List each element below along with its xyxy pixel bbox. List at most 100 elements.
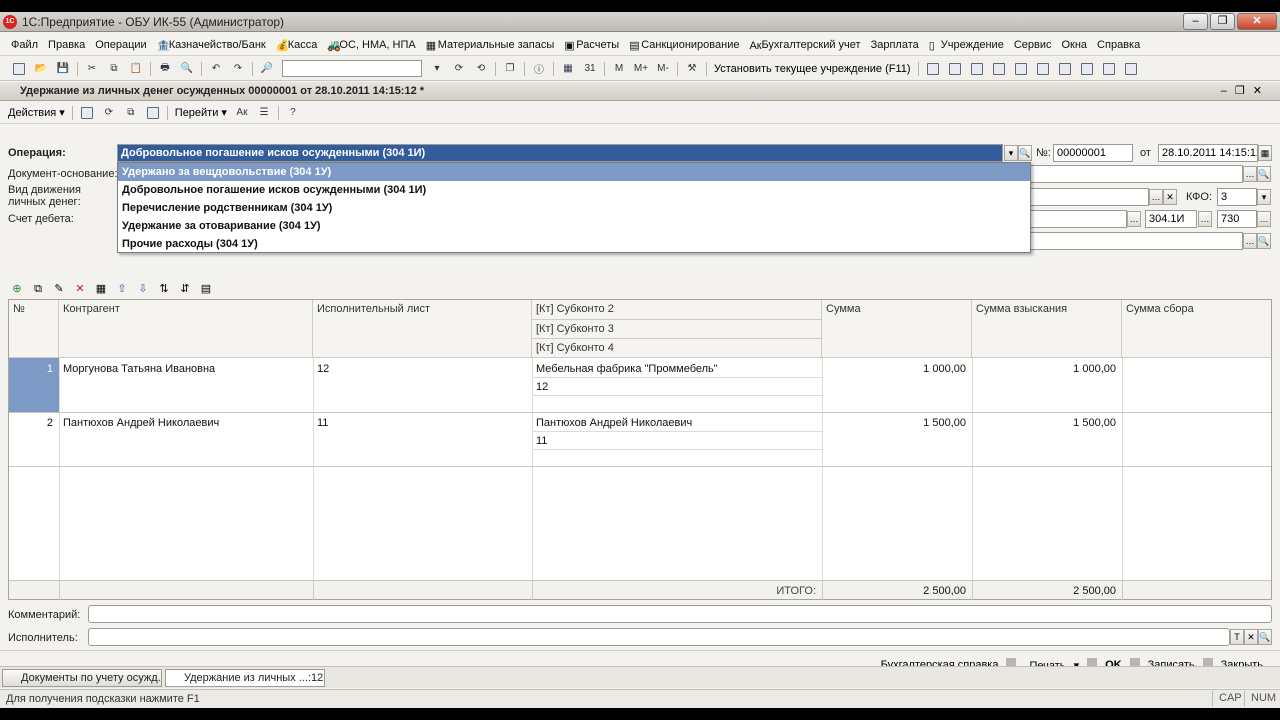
delete-row-icon[interactable]: ✕ bbox=[73, 282, 87, 296]
select-button[interactable]: … bbox=[1127, 211, 1141, 227]
column-header-sub4[interactable]: [Кт] Субконто 4 bbox=[532, 339, 822, 358]
add-row-icon[interactable]: ⊕ bbox=[10, 282, 24, 296]
calendar-icon[interactable]: 31 bbox=[582, 61, 598, 77]
cell-sub2[interactable]: Мебельная фабрика "Проммебель" bbox=[532, 360, 722, 378]
restore-button[interactable]: ❐ bbox=[1210, 13, 1235, 30]
calendar-icon[interactable]: ▦ bbox=[1258, 145, 1272, 161]
menu-windows[interactable]: Окна bbox=[1056, 39, 1092, 51]
actions-menu[interactable]: Действия ▾ bbox=[8, 106, 65, 119]
sort-asc-icon[interactable]: ⇅ bbox=[157, 282, 171, 296]
memory-m-icon[interactable]: M bbox=[611, 61, 627, 77]
move-up-icon[interactable]: ⇧ bbox=[115, 282, 129, 296]
set-institution-button[interactable]: Установить текущее учреждение (F11) bbox=[714, 63, 911, 75]
select-button[interactable]: … bbox=[1243, 233, 1257, 249]
document-window-controls[interactable]: –❐✕ bbox=[1221, 84, 1270, 97]
save-icon[interactable]: 💾 bbox=[55, 61, 71, 77]
clear-icon[interactable]: ✕ bbox=[1163, 189, 1177, 205]
preview-icon[interactable]: 🔍 bbox=[179, 61, 195, 77]
menu-fixed-assets[interactable]: 🚜ОС, НМА, НПА bbox=[322, 39, 420, 52]
close-button[interactable]: ✕ bbox=[1237, 13, 1277, 30]
tools-icon[interactable]: ⚒ bbox=[684, 61, 700, 77]
open-icon[interactable]: 📂 bbox=[33, 61, 49, 77]
chevron-down-icon[interactable]: ▾ bbox=[1257, 189, 1271, 205]
windows-icon[interactable]: ❐ bbox=[502, 61, 518, 77]
cell-sum[interactable]: 1 500,00 bbox=[822, 414, 970, 432]
comment-field[interactable] bbox=[88, 605, 1272, 623]
report-icon-3[interactable] bbox=[969, 61, 985, 77]
debit-code-field[interactable]: 730 bbox=[1217, 210, 1257, 228]
report-icon-10[interactable] bbox=[1123, 61, 1139, 77]
edit-row-icon[interactable]: ✎ bbox=[52, 282, 66, 296]
select-button[interactable]: … bbox=[1243, 166, 1257, 182]
column-header-sum-fee[interactable]: Сумма сбора bbox=[1122, 300, 1271, 358]
menu-settlements[interactable]: ▣ Расчеты bbox=[559, 39, 624, 52]
report-icon-9[interactable] bbox=[1101, 61, 1117, 77]
report-icon-2[interactable] bbox=[947, 61, 963, 77]
menu-help[interactable]: Справка bbox=[1092, 39, 1145, 51]
memory-minus-icon[interactable]: M- bbox=[655, 61, 671, 77]
goto-menu[interactable]: Перейти ▾ bbox=[175, 106, 227, 119]
column-header-counterparty[interactable]: Контрагент bbox=[59, 300, 313, 358]
search-icon[interactable]: 🔍 bbox=[1258, 629, 1272, 645]
text-icon[interactable]: T bbox=[1230, 629, 1244, 645]
dt-kt-icon[interactable]: Ак bbox=[234, 105, 250, 121]
search-input[interactable] bbox=[282, 60, 422, 77]
info-icon[interactable]: ⓘ bbox=[531, 61, 547, 77]
task-current-document[interactable]: Удержание из личных ...:12 * bbox=[165, 669, 325, 687]
cell-sub3[interactable]: 11 bbox=[532, 432, 551, 450]
column-header-num[interactable]: № bbox=[9, 300, 59, 358]
number-field[interactable]: 00000001 bbox=[1053, 144, 1133, 162]
find-next-icon[interactable]: ⟳ bbox=[451, 61, 467, 77]
column-header-sub3[interactable]: [Кт] Субконто 3 bbox=[532, 320, 822, 339]
help-icon[interactable]: ? bbox=[285, 105, 301, 121]
end-edit-icon[interactable]: ▦ bbox=[94, 282, 108, 296]
cell-writ[interactable]: 11 bbox=[313, 414, 332, 432]
dropdown-item[interactable]: Добровольное погашение исков осужденными… bbox=[118, 181, 1030, 199]
menu-cash[interactable]: 💰Касса bbox=[271, 39, 323, 52]
copy-doc-icon[interactable]: ⧉ bbox=[123, 105, 139, 121]
dropdown-item[interactable]: Прочие расходы (304 1У) bbox=[118, 235, 1030, 253]
list-icon[interactable]: ☰ bbox=[256, 105, 272, 121]
debit-account-field[interactable]: 304.1И bbox=[1145, 210, 1197, 228]
report-icon-1[interactable] bbox=[925, 61, 941, 77]
calculator-icon[interactable]: ▦ bbox=[560, 61, 576, 77]
cell-sub2[interactable]: Пантюхов Андрей Николаевич bbox=[532, 414, 696, 432]
column-header-sum[interactable]: Сумма bbox=[822, 300, 972, 358]
dropdown-item[interactable]: Перечисление родственникам (304 1У) bbox=[118, 199, 1030, 217]
cell-sum-collect[interactable]: 1 500,00 bbox=[972, 414, 1120, 432]
report-icon-8[interactable] bbox=[1079, 61, 1095, 77]
menu-salary[interactable]: Зарплата bbox=[866, 39, 924, 51]
cell-sum-collect[interactable]: 1 000,00 bbox=[972, 360, 1120, 378]
copy-row-icon[interactable]: ⧉ bbox=[31, 282, 45, 296]
refresh-icon[interactable]: ⟳ bbox=[101, 105, 117, 121]
kfo-field[interactable]: 3 bbox=[1217, 188, 1257, 206]
menu-institution[interactable]: ▯ Учреждение bbox=[924, 39, 1009, 52]
column-header-writ[interactable]: Исполнительный лист bbox=[313, 300, 532, 358]
cell-sum[interactable]: 1 000,00 bbox=[822, 360, 970, 378]
dropdown-item[interactable]: Удержание за отоваривание (304 1У) bbox=[118, 217, 1030, 235]
memory-plus-icon[interactable]: M+ bbox=[633, 61, 649, 77]
select-button[interactable]: … bbox=[1257, 211, 1271, 227]
minimize-button[interactable]: – bbox=[1183, 13, 1208, 30]
search-icon[interactable]: 🔍 bbox=[1257, 233, 1271, 249]
menu-accounting[interactable]: АкБухгалтерский учет bbox=[744, 39, 865, 52]
copy-icon[interactable]: ⧉ bbox=[106, 61, 122, 77]
menu-sanction[interactable]: ▤ Санкционирование bbox=[624, 39, 744, 52]
menu-materials[interactable]: ▦ Материальные запасы bbox=[421, 39, 560, 52]
cell-sub3[interactable]: 12 bbox=[532, 378, 552, 396]
cell-counterparty[interactable]: Пантюхов Андрей Николаевич bbox=[59, 414, 223, 432]
cell-counterparty[interactable]: Моргунова Татьяна Ивановна bbox=[59, 360, 219, 378]
menu-edit[interactable]: Правка bbox=[43, 39, 90, 51]
report-icon-4[interactable] bbox=[991, 61, 1007, 77]
print-icon[interactable]: 🖶 bbox=[157, 61, 173, 77]
report-icon-6[interactable] bbox=[1035, 61, 1051, 77]
column-header-sum-collect[interactable]: Сумма взыскания bbox=[972, 300, 1122, 358]
cell-writ[interactable]: 12 bbox=[313, 360, 333, 378]
redo-icon[interactable]: ↷ bbox=[230, 61, 246, 77]
paste-icon[interactable]: 📋 bbox=[128, 61, 144, 77]
select-button[interactable]: … bbox=[1198, 211, 1212, 227]
sort-desc-icon[interactable]: ⇵ bbox=[178, 282, 192, 296]
search-icon[interactable]: 🔍 bbox=[1257, 166, 1271, 182]
undo-icon[interactable]: ↶ bbox=[208, 61, 224, 77]
select-button[interactable]: … bbox=[1149, 189, 1163, 205]
